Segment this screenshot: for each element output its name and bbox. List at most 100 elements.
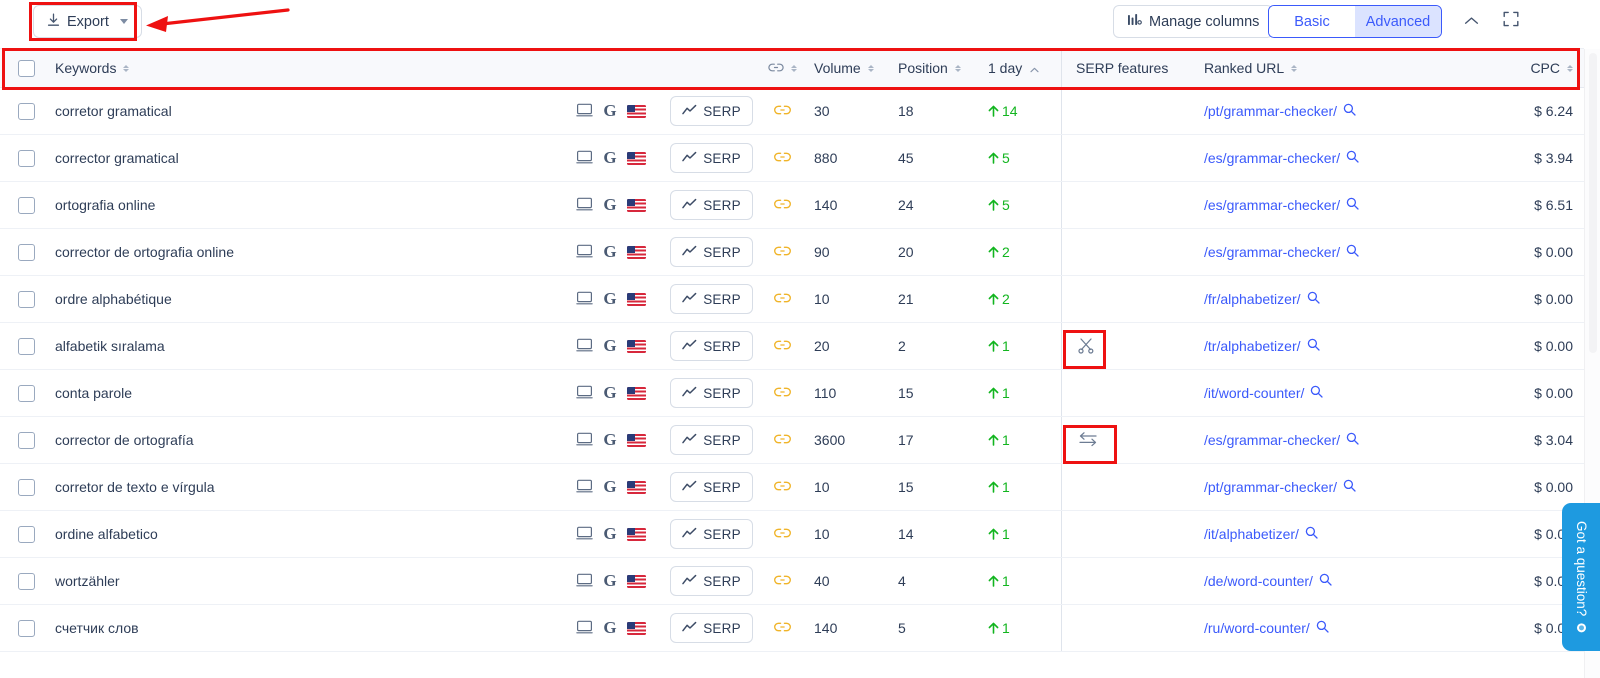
row-checkbox[interactable] <box>17 384 35 402</box>
magnifier-icon[interactable] <box>1307 291 1320 307</box>
row-checkbox[interactable] <box>17 572 35 590</box>
row-checkbox[interactable] <box>17 102 35 120</box>
backlink-cell[interactable] <box>759 338 805 354</box>
row-checkbox[interactable] <box>17 149 35 167</box>
serp-button[interactable]: SERP <box>670 378 753 408</box>
row-checkbox[interactable] <box>17 525 35 543</box>
row-checkbox[interactable] <box>17 619 35 637</box>
magnifier-icon[interactable] <box>1319 573 1332 589</box>
column-header-volume[interactable]: Volume <box>805 60 890 76</box>
ranked-url-link[interactable]: /ru/word-counter/ <box>1204 620 1310 636</box>
row-checkbox[interactable] <box>17 196 35 214</box>
collapse-button[interactable] <box>1455 5 1487 38</box>
fullscreen-button[interactable] <box>1495 5 1527 38</box>
serp-button[interactable]: SERP <box>670 425 753 455</box>
keyword-cell[interactable]: счетчик слов <box>52 620 558 636</box>
table-row[interactable]: corretor de texto e vírgula G SERP 10 15 1/pt… <box>0 464 1584 511</box>
row-checkbox[interactable] <box>17 478 35 496</box>
backlink-cell[interactable] <box>759 197 805 213</box>
serp-button[interactable]: SERP <box>670 331 753 361</box>
keyword-cell[interactable]: ortografia online <box>52 197 558 213</box>
magnifier-icon[interactable] <box>1346 244 1359 260</box>
view-mode-advanced[interactable]: Advanced <box>1355 6 1441 37</box>
keyword-cell[interactable]: corrector de ortografia online <box>52 244 558 260</box>
backlink-cell[interactable] <box>759 479 805 495</box>
column-header-ranked-url[interactable]: Ranked URL <box>1190 60 1490 76</box>
ranked-url-link[interactable]: /it/alphabetizer/ <box>1204 526 1299 542</box>
magnifier-icon[interactable] <box>1305 526 1318 542</box>
magnifier-icon[interactable] <box>1343 103 1356 119</box>
backlink-cell[interactable] <box>759 573 805 589</box>
serp-button[interactable]: SERP <box>670 472 753 502</box>
serp-button[interactable]: SERP <box>670 284 753 314</box>
ranked-url-link[interactable]: /es/grammar-checker/ <box>1204 197 1340 213</box>
column-header-cpc[interactable]: CPC <box>1490 60 1585 76</box>
serp-button[interactable]: SERP <box>670 613 753 643</box>
ranked-url-link[interactable]: /tr/alphabetizer/ <box>1204 338 1301 354</box>
keyword-cell[interactable]: ordine alfabetico <box>52 526 558 542</box>
select-all-checkbox[interactable] <box>17 59 35 77</box>
ranked-url-link[interactable]: /pt/grammar-checker/ <box>1204 479 1337 495</box>
magnifier-icon[interactable] <box>1346 197 1359 213</box>
scissors-icon[interactable] <box>1076 335 1096 358</box>
manage-columns-button[interactable]: Manage columns <box>1113 5 1274 38</box>
magnifier-icon[interactable] <box>1316 620 1329 636</box>
serp-button[interactable]: SERP <box>670 96 753 126</box>
magnifier-icon[interactable] <box>1346 150 1359 166</box>
view-mode-basic[interactable]: Basic <box>1269 6 1355 37</box>
translate-arrows-icon[interactable] <box>1076 430 1100 451</box>
serp-button[interactable]: SERP <box>670 566 753 596</box>
table-row[interactable]: alfabetik sıralama G SERP 20 2 1/tr/alphabeti… <box>0 323 1584 370</box>
row-checkbox[interactable] <box>17 337 35 355</box>
backlink-cell[interactable] <box>759 432 805 448</box>
keyword-cell[interactable]: corretor de texto e vírgula <box>52 479 558 495</box>
table-row[interactable]: corrector gramatical G SERP 880 45 5/es/gramm… <box>0 135 1584 182</box>
table-row[interactable]: счетчик слов G SERP 140 5 1/ru/word-counter/$… <box>0 605 1584 652</box>
table-row[interactable]: conta parole G SERP 110 15 1/it/word-counter/… <box>0 370 1584 417</box>
keyword-cell[interactable]: ordre alphabétique <box>52 291 558 307</box>
table-row[interactable]: corretor gramatical G SERP 30 18 14/pt/gramma… <box>0 88 1584 135</box>
column-header-link[interactable] <box>759 60 805 76</box>
column-header-one-day[interactable]: 1 day <box>980 60 1061 76</box>
ranked-url-link[interactable]: /fr/alphabetizer/ <box>1204 291 1301 307</box>
keyword-cell[interactable]: corrector de ortografía <box>52 432 558 448</box>
keyword-cell[interactable]: wortzähler <box>52 573 558 589</box>
ranked-url-link[interactable]: /it/word-counter/ <box>1204 385 1304 401</box>
table-row[interactable]: ordre alphabétique G SERP 10 21 2/fr/alphabet… <box>0 276 1584 323</box>
backlink-cell[interactable] <box>759 244 805 260</box>
ranked-url-link[interactable]: /es/grammar-checker/ <box>1204 150 1340 166</box>
backlink-cell[interactable] <box>759 620 805 636</box>
table-row[interactable]: wortzähler G SERP 40 4 1/de/word-counter/$ 0.… <box>0 558 1584 605</box>
row-checkbox[interactable] <box>17 243 35 261</box>
row-checkbox[interactable] <box>17 290 35 308</box>
scrollbar-thumb[interactable] <box>1589 53 1597 353</box>
keyword-cell[interactable]: corretor gramatical <box>52 103 558 119</box>
serp-button[interactable]: SERP <box>670 237 753 267</box>
export-button[interactable]: Export <box>33 5 142 38</box>
magnifier-icon[interactable] <box>1310 385 1324 401</box>
chat-widget-button[interactable]: Got a question? <box>1562 503 1600 651</box>
table-row[interactable]: ortografia online G SERP 140 24 5/es/grammar-… <box>0 182 1584 229</box>
ranked-url-link[interactable]: /es/grammar-checker/ <box>1204 244 1340 260</box>
ranked-url-link[interactable]: /de/word-counter/ <box>1204 573 1313 589</box>
keyword-cell[interactable]: alfabetik sıralama <box>52 338 558 354</box>
serp-button[interactable]: SERP <box>670 190 753 220</box>
serp-button[interactable]: SERP <box>670 143 753 173</box>
backlink-cell[interactable] <box>759 150 805 166</box>
row-checkbox[interactable] <box>17 431 35 449</box>
table-row[interactable]: ordine alfabetico G SERP 10 14 1/it/alphabeti… <box>0 511 1584 558</box>
backlink-cell[interactable] <box>759 291 805 307</box>
magnifier-icon[interactable] <box>1343 479 1356 495</box>
backlink-cell[interactable] <box>759 526 805 542</box>
ranked-url-link[interactable]: /pt/grammar-checker/ <box>1204 103 1337 119</box>
magnifier-icon[interactable] <box>1307 338 1320 354</box>
magnifier-icon[interactable] <box>1346 432 1359 448</box>
serp-button[interactable]: SERP <box>670 519 753 549</box>
ranked-url-link[interactable]: /es/grammar-checker/ <box>1204 432 1340 448</box>
backlink-cell[interactable] <box>759 385 805 401</box>
table-row[interactable]: corrector de ortografía G SERP 3600 17 1/es/g… <box>0 417 1584 464</box>
keyword-cell[interactable]: conta parole <box>52 385 558 401</box>
column-header-position[interactable]: Position <box>890 60 980 76</box>
column-header-keywords[interactable]: Keywords <box>52 60 558 76</box>
keyword-cell[interactable]: corrector gramatical <box>52 150 558 166</box>
